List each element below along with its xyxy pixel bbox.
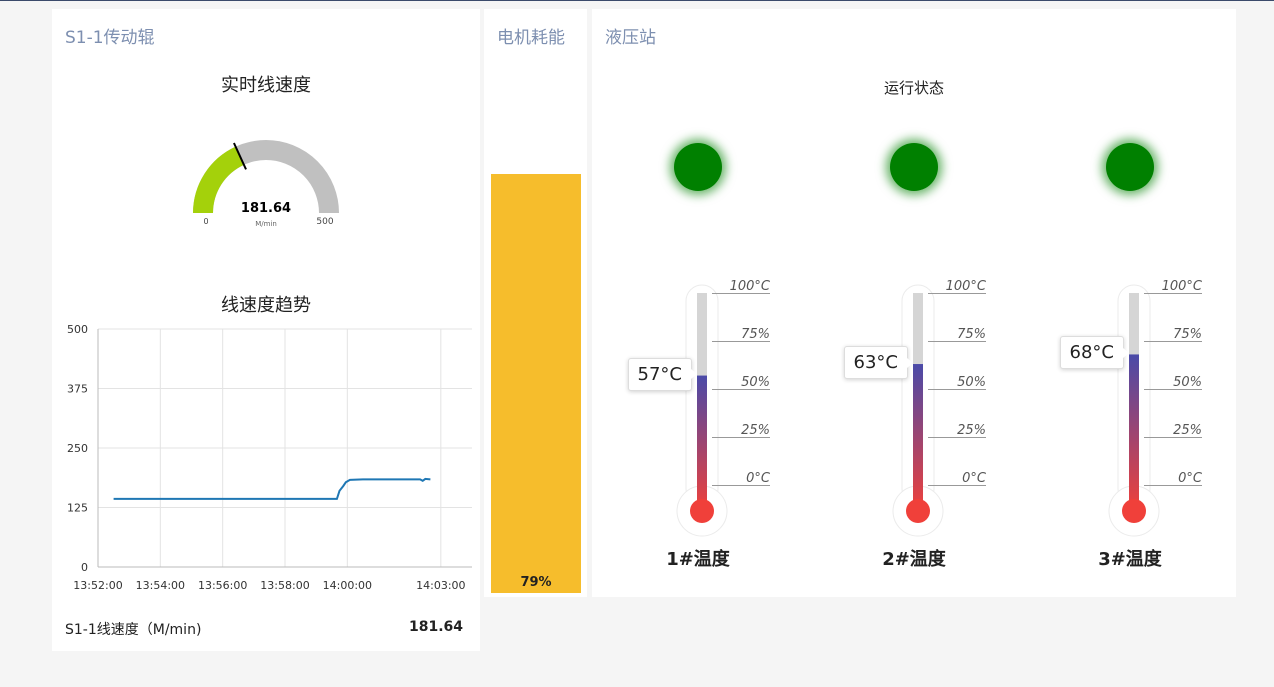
scale-label: 50% bbox=[957, 375, 986, 390]
y-tick-label: 500 bbox=[67, 323, 88, 336]
speed-gauge: 181.64 M/min 0 500 bbox=[193, 140, 339, 228]
gauge-fill bbox=[193, 146, 245, 214]
y-tick-label: 0 bbox=[81, 561, 88, 574]
footer-label: S1-1线速度（M/min) bbox=[65, 622, 202, 638]
trend-title: 线速度趋势 bbox=[221, 295, 311, 316]
temp-value-badge-1: 57°C bbox=[627, 357, 698, 391]
x-tick-label: 14:00:00 bbox=[323, 579, 372, 589]
scale-label: 0°C bbox=[962, 471, 987, 486]
temp-value-badge-2: 63°C bbox=[843, 346, 914, 380]
footer-value: 181.64 bbox=[408, 619, 463, 635]
motor-energy-bar bbox=[491, 174, 581, 593]
gauge-unit: M/min bbox=[255, 220, 277, 228]
scale-label: 75% bbox=[1173, 327, 1202, 342]
hydraulic-card: 液压站 运行状态 100°C 75% 50% 25% 0°C 57°C 1#温度 100… bbox=[592, 9, 1236, 597]
series-line bbox=[113, 477, 431, 500]
status-led-1 bbox=[674, 143, 722, 191]
scale-label: 100°C bbox=[1162, 279, 1203, 294]
temp-label-1: 1#温度 bbox=[666, 549, 730, 570]
temp-label-2: 2#温度 bbox=[882, 549, 946, 570]
y-tick-label: 250 bbox=[67, 442, 88, 455]
thermo-bulb bbox=[1122, 499, 1146, 523]
status-led-3 bbox=[1106, 143, 1154, 191]
scale-label: 100°C bbox=[946, 279, 987, 294]
temp-label-3: 3#温度 bbox=[1098, 549, 1162, 570]
trend-chart: 500 375 250 125 0 13:52:00 13:54:00 13:56:00 13:… bbox=[67, 323, 472, 589]
thermo-mercury bbox=[913, 364, 923, 511]
gauge-max-label: 500 bbox=[316, 217, 333, 227]
gauge-value: 181.64 bbox=[241, 201, 291, 216]
x-tick-label: 13:54:00 bbox=[136, 579, 185, 589]
x-tick-label: 13:58:00 bbox=[260, 579, 309, 589]
scale-label: 75% bbox=[741, 327, 770, 342]
gauge-title: 实时线速度 bbox=[221, 75, 311, 96]
x-tick-label: 13:56:00 bbox=[198, 579, 247, 589]
thermo-bulb bbox=[906, 499, 930, 523]
y-tick-label: 125 bbox=[67, 502, 88, 515]
thermo-mercury bbox=[1129, 354, 1139, 511]
thermometer-1: 100°C 75% 50% 25% 0°C 57°C bbox=[618, 279, 788, 539]
motor-group-title: 电机耗能 bbox=[497, 28, 565, 48]
scale-label: 0°C bbox=[746, 471, 771, 486]
s1-group-title: S1-1传动辊 bbox=[65, 28, 155, 48]
x-tick-label: 13:52:00 bbox=[73, 579, 122, 589]
temp-value-badge-3: 68°C bbox=[1059, 336, 1130, 370]
scale-label: 50% bbox=[1173, 375, 1202, 390]
scale-label: 25% bbox=[1173, 423, 1202, 438]
scale-label: 25% bbox=[741, 423, 770, 438]
thermo-mercury bbox=[697, 375, 707, 511]
scale-label: 50% bbox=[741, 375, 770, 390]
scale-label: 100°C bbox=[730, 279, 771, 294]
status-led-2 bbox=[890, 143, 938, 191]
gauge-min-label: 0 bbox=[203, 217, 208, 226]
thermo-bulb bbox=[690, 499, 714, 523]
thermometer-3: 100°C 75% 50% 25% 0°C 68°C bbox=[1050, 279, 1220, 539]
thermometer-2: 100°C 75% 50% 25% 0°C 63°C bbox=[834, 279, 1004, 539]
scale-label: 0°C bbox=[1178, 471, 1203, 486]
motor-card: 电机耗能 79% bbox=[484, 9, 587, 597]
status-title: 运行状态 bbox=[883, 79, 944, 97]
x-tick-label: 14:03:00 bbox=[416, 579, 465, 589]
scale-label: 75% bbox=[957, 327, 986, 342]
s1-card: S1-1传动辊 实时线速度 181.64 M/min 0 500 线速度趋势 5… bbox=[52, 9, 480, 651]
y-tick-label: 375 bbox=[67, 383, 88, 396]
motor-energy-value: 79% bbox=[520, 575, 552, 590]
scale-label: 25% bbox=[957, 423, 986, 438]
hydraulic-group-title: 液压站 bbox=[605, 28, 656, 48]
